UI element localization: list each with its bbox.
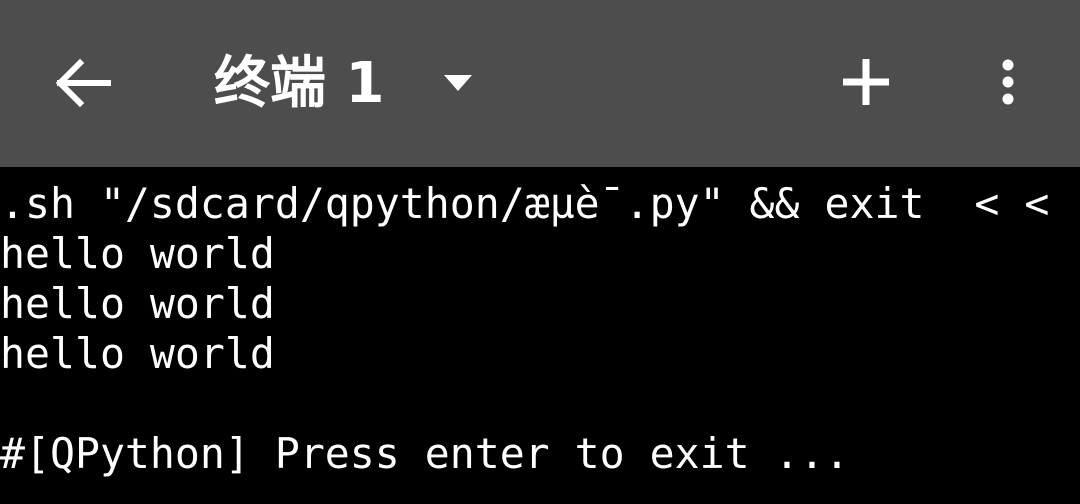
terminal-title[interactable]: 终端 1 [214,46,384,122]
more-vertical-icon [1002,59,1014,105]
new-session-button[interactable] [836,52,896,112]
back-button[interactable] [50,55,116,111]
terminal-line: hello world [0,329,275,378]
more-options-button[interactable] [986,52,1030,112]
terminal-line: hello world [0,229,275,278]
arrow-left-icon [55,58,111,108]
triangle-down-icon [444,75,472,91]
plus-icon [843,59,889,105]
session-dropdown-button[interactable] [430,62,486,106]
terminal-output[interactable]: .sh "/sdcard/qpython/æµè¯.py" && exit < … [0,167,1080,504]
app-toolbar: 终端 1 [0,0,1080,167]
terminal-prompt-line: #[QPython] Press enter to exit ... [0,429,850,478]
terminal-line: hello world [0,279,275,328]
terminal-line: .sh "/sdcard/qpython/æµè¯.py" && exit < … [0,179,1050,228]
